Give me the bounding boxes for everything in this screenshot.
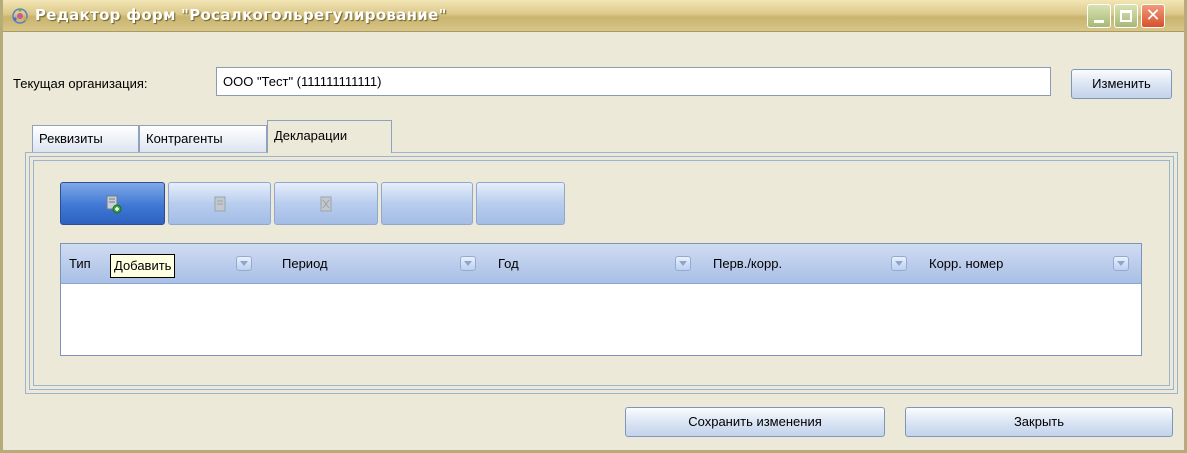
close-button[interactable]: Закрыть [905,407,1173,437]
sort-icon[interactable] [891,256,907,271]
column-primary-correction[interactable]: Перв./корр. [705,244,921,284]
declarations-grid[interactable]: Тип Период Год Перв./корр. Корр. номер Д… [60,243,1142,356]
edit-document-icon [214,196,225,211]
grid-header: Тип Период Год Перв./корр. Корр. номер Д… [61,244,1141,284]
sort-icon[interactable] [1113,256,1129,271]
tab-counterparties[interactable]: Контрагенты [139,125,267,152]
column-primary-correction-label: Перв./корр. [713,256,783,271]
toolbar-button-5[interactable] [476,182,565,225]
save-changes-button[interactable]: Сохранить изменения [625,407,885,437]
change-org-button[interactable]: Изменить [1071,69,1172,99]
minimize-button[interactable] [1087,4,1111,28]
org-field[interactable]: ООО "Тест" (111111111111) [216,67,1051,96]
sort-icon[interactable] [460,256,476,271]
title-bar[interactable]: Редактор форм "Росалкогольрегулирование"… [3,0,1184,32]
sort-icon[interactable] [236,256,252,271]
column-correction-number-label: Корр. номер [929,256,1004,271]
window-title: Редактор форм "Росалкогольрегулирование" [35,6,447,24]
edit-button[interactable] [168,182,271,225]
app-icon [12,8,28,24]
maximize-icon [1120,10,1132,22]
delete-button[interactable] [274,182,378,225]
maximize-button[interactable] [1114,4,1138,28]
column-period-label: Период [282,256,328,271]
close-window-button[interactable]: ✕ [1141,4,1165,28]
column-period[interactable]: Период [274,244,490,284]
add-document-icon [106,195,121,213]
tooltip: Добавить [110,254,176,278]
close-icon: ✕ [1145,5,1161,26]
tab-requisites[interactable]: Реквизиты [32,125,139,152]
app-window: Редактор форм "Росалкогольрегулирование"… [0,0,1187,453]
column-year[interactable]: Год [490,244,705,284]
tab-declarations[interactable]: Декларации [267,120,392,153]
column-correction-number[interactable]: Корр. номер [921,244,1143,284]
org-label: Текущая организация: [13,76,148,91]
toolbar-button-4[interactable] [381,182,473,225]
minimize-icon [1094,20,1104,23]
column-year-label: Год [498,256,519,271]
add-button[interactable] [60,182,165,225]
delete-document-icon [320,196,332,211]
sort-icon[interactable] [675,256,691,271]
column-type-label: Тип [69,256,91,271]
